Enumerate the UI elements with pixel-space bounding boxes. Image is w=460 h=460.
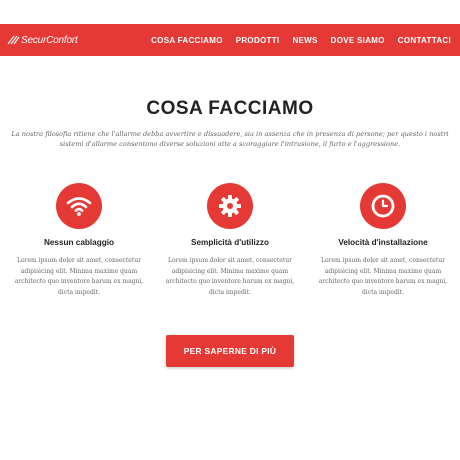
feature-icon-circle xyxy=(56,183,102,229)
brand-logo[interactable]: SecurConfort xyxy=(7,35,78,46)
feature-ease-of-use: Semplicità d'utilizzo Lorem ipsum dolor … xyxy=(160,183,300,298)
logo-mark-icon xyxy=(7,35,20,45)
wifi-icon xyxy=(66,197,92,216)
section-title: COSA FACCIAMO xyxy=(146,98,314,119)
nav-item-cosa-facciamo[interactable]: COSA FACCIAMO xyxy=(151,36,223,45)
feature-description: Lorem ipsum dolor sit amet, consectetur … xyxy=(165,257,295,296)
nav-item-prodotti[interactable]: PRODOTTI xyxy=(236,36,280,45)
feature-title: Semplicità d'utilizzo xyxy=(191,238,269,247)
feature-icon-circle xyxy=(360,183,406,229)
section-intro: La nostra filosofia ritiene che l'allarm… xyxy=(11,130,449,148)
nav-item-news[interactable]: NEWS xyxy=(292,36,317,45)
feature-title: Velocità d'installazione xyxy=(338,238,428,247)
main-nav: COSA FACCIAMO PRODOTTI NEWS DOVE SIAMO C… xyxy=(138,36,451,45)
feature-title: Nessun cablaggio xyxy=(43,238,115,247)
feature-description: Lorem ipsum dolor sit amet, consectetur … xyxy=(318,257,448,296)
clock-icon xyxy=(371,194,395,218)
gear-icon xyxy=(219,195,241,217)
top-navbar: SecurConfort COSA FACCIAMO PRODOTTI NEWS… xyxy=(0,24,460,56)
nav-item-contattaci[interactable]: CONTATTACI xyxy=(398,36,451,45)
brand-name: SecurConfort xyxy=(21,34,78,46)
feature-description: Lorem ipsum dolor sit amet, consectetur … xyxy=(14,257,144,296)
learn-more-button[interactable]: PER SAPERNE DI PIÙ xyxy=(166,335,294,367)
feature-no-wiring: Nessun cablaggio Lorem ipsum dolor sit a… xyxy=(9,183,149,298)
feature-icon-circle xyxy=(207,183,253,229)
feature-install-speed: Velocità d'installazione Lorem ipsum dol… xyxy=(313,183,453,298)
nav-item-dove-siamo[interactable]: DOVE SIAMO xyxy=(331,36,385,45)
